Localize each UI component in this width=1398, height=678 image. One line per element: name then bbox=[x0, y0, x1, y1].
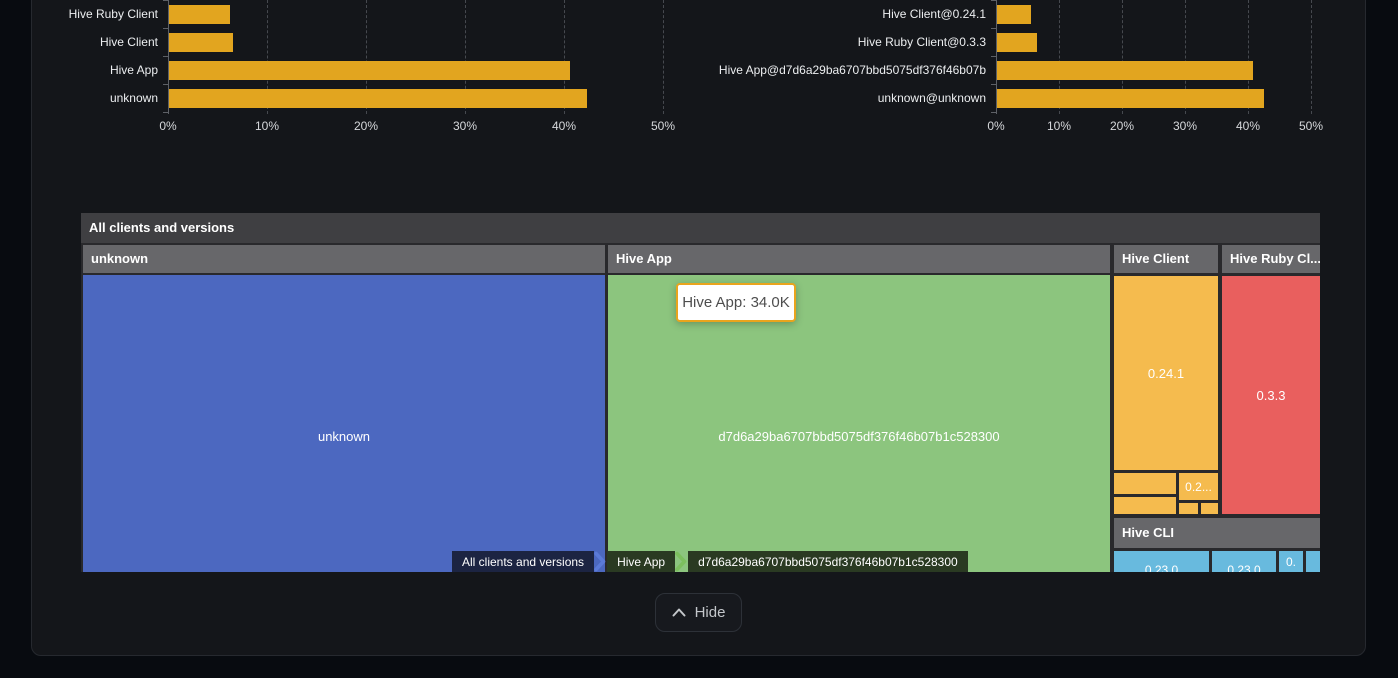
clients-treemap: All clients and versions unknown unknown… bbox=[81, 213, 1320, 572]
treemap-section-unknown-header[interactable]: unknown bbox=[83, 245, 605, 273]
treemap-section-hive-app-header[interactable]: Hive App bbox=[608, 245, 1110, 273]
x-tick-label: 50% bbox=[1299, 119, 1323, 133]
treemap-section-hive-client: Hive Client 0.24.1 0.2... bbox=[1114, 245, 1218, 514]
x-tick-label: 0% bbox=[987, 119, 1004, 133]
bar[interactable] bbox=[997, 33, 1037, 52]
x-tick-label: 30% bbox=[1173, 119, 1197, 133]
axis-tick bbox=[991, 112, 996, 113]
treemap-tile-label: 0.3.3 bbox=[1257, 388, 1286, 403]
chevron-right-icon bbox=[675, 551, 688, 572]
treemap-tile-label: 0.2... bbox=[1185, 480, 1212, 494]
treemap-tile-hive-cli-0230b[interactable]: 0.23.0 bbox=[1212, 551, 1276, 572]
breadcrumb-item-hive-app[interactable]: Hive App bbox=[607, 551, 675, 572]
x-tick-label: 20% bbox=[1110, 119, 1134, 133]
treemap-section-unknown: unknown unknown bbox=[83, 245, 605, 572]
axis-tick bbox=[991, 0, 996, 1]
treemap-section-hive-ruby-client: Hive Ruby Cl... 0.3.3 bbox=[1222, 245, 1320, 514]
treemap-tile-label: 0.24.1 bbox=[1148, 366, 1184, 381]
treemap-section-hive-ruby-client-header[interactable]: Hive Ruby Cl... bbox=[1222, 245, 1320, 273]
treemap-section-hive-cli-header[interactable]: Hive CLI bbox=[1114, 518, 1320, 548]
treemap-section-hive-client-header[interactable]: Hive Client bbox=[1114, 245, 1218, 273]
treemap-tile-label: unknown bbox=[83, 429, 605, 444]
treemap-tile-hive-client-minor[interactable] bbox=[1114, 497, 1176, 514]
axis-tick bbox=[991, 28, 996, 29]
treemap-tile-hive-client-02x[interactable]: 0.2... bbox=[1179, 473, 1218, 500]
category-label: Hive Ruby Client@0.3.3 bbox=[666, 33, 986, 52]
gridline bbox=[1311, 0, 1312, 114]
axis-tick bbox=[991, 56, 996, 57]
bar[interactable] bbox=[997, 89, 1264, 108]
hide-button[interactable]: Hide bbox=[655, 593, 742, 632]
category-label: Hive Client@0.24.1 bbox=[666, 5, 986, 24]
treemap-tile-hive-cli-0230[interactable]: 0.23.0 bbox=[1114, 551, 1209, 572]
tooltip: Hive App: 34.0K bbox=[676, 283, 796, 322]
treemap-tile-hive-ruby-033[interactable]: 0.3.3 bbox=[1222, 276, 1320, 514]
treemap-tile-hive-client-minor[interactable] bbox=[1201, 503, 1218, 514]
breadcrumb-item-version[interactable]: d7d6a29ba6707bbd5075df376f46b07b1c528300 bbox=[688, 551, 968, 572]
category-label: Hive App@d7d6a29ba6707bbd5075df376f46b07… bbox=[666, 61, 986, 80]
treemap-tile-label: 0.23.0 bbox=[1114, 563, 1209, 572]
treemap-tile-label: d7d6a29ba6707bbd5075df376f46b07b1c528300 bbox=[608, 429, 1110, 444]
treemap-tile-hive-cli-minor[interactable] bbox=[1306, 551, 1320, 572]
client-version-bar-chart: 0% 10% 20% 30% 40% 50% Hive Client@0.24.1 Hive … bbox=[0, 0, 1398, 140]
treemap-section-hive-cli: Hive CLI 0.23.0 0.23.0 0. bbox=[1114, 518, 1320, 572]
hide-button-label: Hide bbox=[695, 604, 726, 621]
treemap-tile-hive-cli-0x[interactable]: 0. bbox=[1279, 551, 1303, 572]
category-label: unknown@unknown bbox=[666, 89, 986, 108]
chevron-right-icon bbox=[594, 551, 607, 572]
treemap-tile-hive-client-0241[interactable]: 0.24.1 bbox=[1114, 276, 1218, 470]
x-tick-label: 40% bbox=[1236, 119, 1260, 133]
treemap-tile-unknown[interactable]: unknown bbox=[83, 275, 605, 572]
treemap-tile-label: 0. bbox=[1286, 555, 1296, 569]
breadcrumb-item-root[interactable]: All clients and versions bbox=[452, 551, 594, 572]
breadcrumb: All clients and versions Hive App d7d6a2… bbox=[452, 551, 968, 572]
axis-tick bbox=[991, 84, 996, 85]
treemap-root-header[interactable]: All clients and versions bbox=[81, 213, 1320, 243]
treemap-tile-hive-client-minor[interactable] bbox=[1114, 473, 1176, 494]
treemap-tile-hive-client-minor[interactable] bbox=[1179, 503, 1198, 514]
treemap-tile-label: 0.23.0 bbox=[1212, 563, 1276, 572]
x-tick-label: 10% bbox=[1047, 119, 1071, 133]
bar[interactable] bbox=[997, 5, 1031, 24]
bar[interactable] bbox=[997, 61, 1253, 80]
tooltip-text: Hive App: 34.0K bbox=[682, 294, 790, 311]
chevron-up-icon bbox=[672, 608, 686, 617]
